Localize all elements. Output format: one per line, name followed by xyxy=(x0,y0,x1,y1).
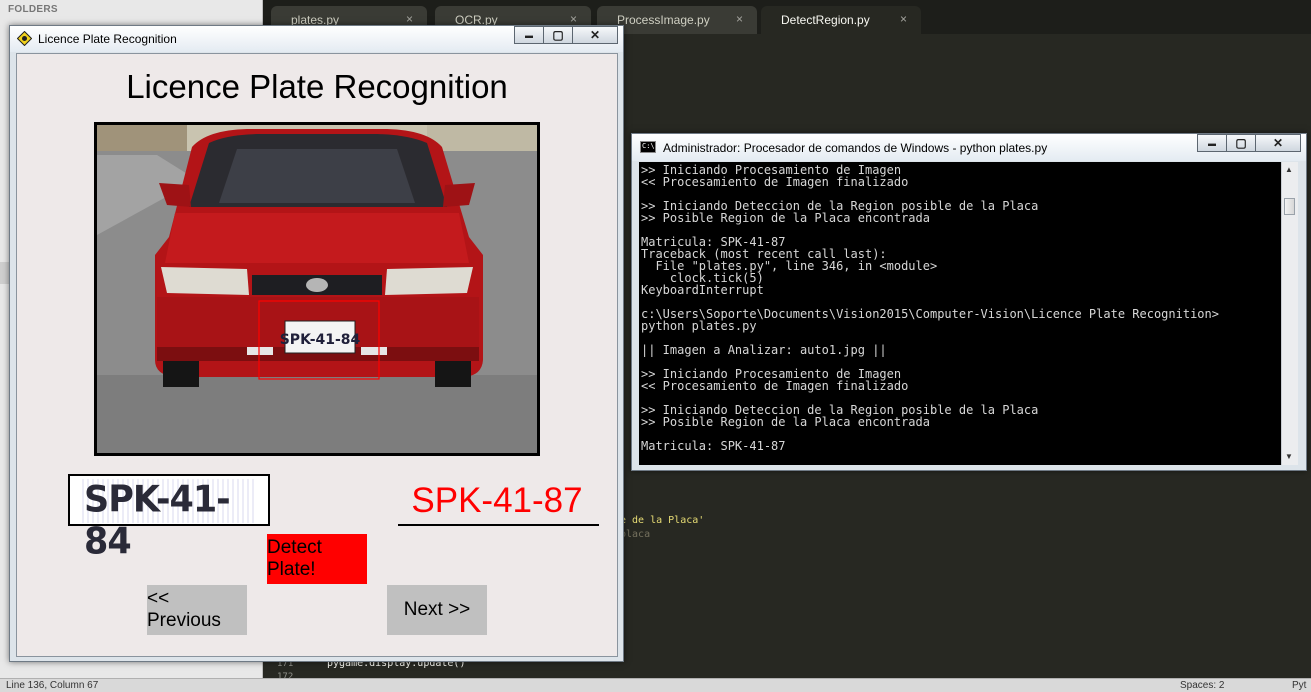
window-titlebar[interactable]: Licence Plate Recognition ▬ ▢ ✕ xyxy=(10,26,623,52)
tab-close-icon[interactable]: × xyxy=(736,12,743,26)
console-output-area[interactable]: >> Iniciando Procesamiento de Imagen << … xyxy=(639,162,1298,465)
detect-plate-button[interactable]: Detect Plate! xyxy=(267,534,367,584)
status-bar: Line 136, Column 67 Spaces: 2 Pyt xyxy=(0,678,1311,692)
close-button[interactable]: ✕ xyxy=(572,26,618,44)
tab-close-icon[interactable]: × xyxy=(406,12,413,26)
minimize-button[interactable]: ▬ xyxy=(514,26,544,44)
result-underline xyxy=(398,524,599,526)
car-photo: SPK-41-84 xyxy=(94,122,540,456)
plate-crop-frame: SPK-41-84 xyxy=(70,476,268,563)
pygame-canvas: Licence Plate Recognition SPK-41-84 SPK-… xyxy=(16,53,618,657)
tab-label: DetectRegion.py xyxy=(781,13,870,27)
syntax-setting[interactable]: Pyt xyxy=(1292,680,1306,691)
scroll-down-icon[interactable]: ▼ xyxy=(1285,452,1293,461)
tab-close-icon[interactable]: × xyxy=(570,12,577,26)
maximize-icon: ▢ xyxy=(1235,136,1247,150)
tab-label: ProcessImage.py xyxy=(617,13,710,27)
console-scrollbar[interactable]: ▲ ▼ xyxy=(1281,162,1298,465)
plate-crop-text: SPK-41-84 xyxy=(84,479,231,563)
plate-crop-image: SPK-41-84 xyxy=(68,474,270,563)
maximize-icon: ▢ xyxy=(552,28,564,42)
close-icon: ✕ xyxy=(589,28,601,42)
tab-detectregion-py[interactable]: DetectRegion.py × xyxy=(761,6,921,34)
command-prompt-window: C:\ Administrador: Procesador de comando… xyxy=(631,133,1307,471)
scrollbar-thumb[interactable] xyxy=(1284,198,1295,215)
window-title: Licence Plate Recognition xyxy=(38,32,177,46)
recognized-plate-text: SPK-41-87 xyxy=(411,481,583,520)
folders-header: FOLDERS xyxy=(8,4,58,15)
console-titlebar[interactable]: C:\ Administrador: Procesador de comando… xyxy=(632,134,1306,161)
previous-button[interactable]: << Previous xyxy=(147,585,247,635)
cmd-icon: C:\ xyxy=(640,141,656,153)
code-fragment: e de la Placa' xyxy=(620,515,705,526)
plate-recognition-window: Licence Plate Recognition ▬ ▢ ✕ Licence … xyxy=(9,25,624,662)
minimize-icon: ▬ xyxy=(525,30,533,40)
maximize-button[interactable]: ▢ xyxy=(543,26,573,44)
minimize-icon: ▬ xyxy=(1208,138,1216,148)
app-heading: Licence Plate Recognition xyxy=(126,68,508,105)
cursor-position: Line 136, Column 67 xyxy=(6,680,99,691)
car-photo-image: SPK-41-84 xyxy=(97,125,537,453)
scroll-up-icon[interactable]: ▲ xyxy=(1285,165,1293,174)
console-output-text: >> Iniciando Procesamiento de Imagen << … xyxy=(641,164,1219,453)
next-button[interactable]: Next >> xyxy=(387,585,487,635)
python-app-icon xyxy=(17,31,32,46)
code-fragment: placa xyxy=(620,529,651,540)
console-title: Administrador: Procesador de comandos de… xyxy=(663,141,1048,155)
photo-plate-text: SPK-41-84 xyxy=(280,332,361,348)
console-minimize-button[interactable]: ▬ xyxy=(1197,134,1227,152)
console-close-button[interactable]: ✕ xyxy=(1255,134,1301,152)
indentation-setting[interactable]: Spaces: 2 xyxy=(1180,680,1224,691)
tab-close-icon[interactable]: × xyxy=(900,12,907,26)
close-icon: ✕ xyxy=(1272,136,1284,150)
cmd-icon-label: C:\ xyxy=(642,142,655,150)
console-maximize-button[interactable]: ▢ xyxy=(1226,134,1256,152)
